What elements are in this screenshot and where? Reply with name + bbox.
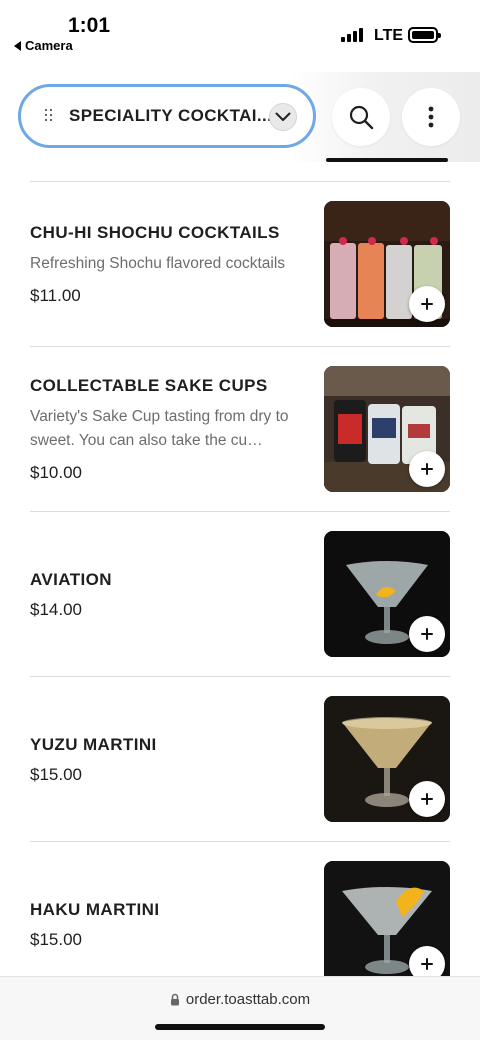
item-photo[interactable] bbox=[324, 201, 450, 327]
back-to-camera-link[interactable]: Camera bbox=[14, 38, 73, 53]
item-name: AVIATION bbox=[30, 569, 112, 589]
plus-icon bbox=[421, 298, 433, 310]
add-item-button[interactable] bbox=[409, 781, 445, 817]
item-description: Variety's Sake Cup tasting from dry to s… bbox=[30, 408, 289, 449]
item-photo[interactable] bbox=[324, 696, 450, 822]
item-photo[interactable] bbox=[324, 531, 450, 657]
menu-item-yuzu-martini[interactable]: YUZU MARTINI $15.00 bbox=[30, 677, 450, 842]
category-label: SPECIALITY COCKTAI... bbox=[69, 106, 273, 125]
item-price: $10.00 bbox=[30, 463, 82, 482]
item-price: $14.00 bbox=[30, 599, 82, 619]
item-price: $15.00 bbox=[30, 929, 82, 949]
add-item-button[interactable] bbox=[409, 946, 445, 976]
add-item-button[interactable] bbox=[409, 286, 445, 322]
more-options-button[interactable] bbox=[402, 88, 460, 146]
menu-item-chu-hi-shochu-cocktails[interactable]: CHU-HI SHOCHU COCKTAILS Refreshing Shoch… bbox=[30, 182, 450, 347]
battery-icon bbox=[408, 27, 441, 43]
status-bar: 1:01 Camera LTE bbox=[0, 0, 480, 60]
item-description: Refreshing Shochu flavored cocktails bbox=[30, 255, 286, 272]
item-photo[interactable] bbox=[324, 366, 450, 492]
plus-icon bbox=[421, 463, 433, 475]
browser-bottom-bar: order.toasttab.com bbox=[0, 976, 480, 1040]
chevron-down-icon[interactable] bbox=[269, 103, 297, 131]
item-photo[interactable] bbox=[324, 861, 450, 976]
signal-icon bbox=[341, 28, 363, 42]
add-item-button[interactable] bbox=[409, 451, 445, 487]
category-selector[interactable]: SPECIALITY COCKTAI... bbox=[18, 84, 316, 148]
network-label: LTE bbox=[374, 27, 404, 44]
status-time: 1:01 bbox=[68, 14, 111, 37]
lock-icon bbox=[170, 993, 179, 1006]
menu-item-collectable-sake-cups[interactable]: COLLECTABLE SAKE CUPS Variety's Sake Cup… bbox=[30, 347, 450, 512]
menu-item-haku-martini[interactable]: HAKU MARTINI $15.00 bbox=[30, 842, 450, 976]
plus-icon bbox=[421, 958, 433, 970]
url-text: order.toasttab.com bbox=[185, 991, 311, 1008]
address-bar[interactable]: order.toasttab.com bbox=[0, 991, 480, 1008]
menu-list: CHU-HI SHOCHU COCKTAILS Refreshing Shoch… bbox=[0, 162, 480, 976]
item-name: COLLECTABLE SAKE CUPS bbox=[30, 376, 268, 395]
menu-header: SPECIALITY COCKTAI... bbox=[0, 72, 480, 162]
item-name: HAKU MARTINI bbox=[30, 899, 160, 919]
back-app-label: Camera bbox=[25, 38, 73, 53]
item-name: CHU-HI SHOCHU COCKTAILS bbox=[30, 223, 280, 242]
plus-icon bbox=[421, 793, 433, 805]
home-indicator[interactable] bbox=[155, 1024, 325, 1030]
plus-icon bbox=[421, 628, 433, 640]
drag-handle-icon bbox=[45, 109, 53, 123]
menu-item-aviation[interactable]: AVIATION $14.00 bbox=[30, 512, 450, 677]
item-price: $11.00 bbox=[30, 286, 81, 305]
back-arrow-icon bbox=[14, 40, 21, 51]
add-item-button[interactable] bbox=[409, 616, 445, 652]
search-icon bbox=[349, 105, 374, 130]
more-vertical-icon bbox=[428, 106, 434, 128]
item-name: YUZU MARTINI bbox=[30, 734, 157, 754]
search-button[interactable] bbox=[332, 88, 390, 146]
item-price: $15.00 bbox=[30, 764, 82, 784]
